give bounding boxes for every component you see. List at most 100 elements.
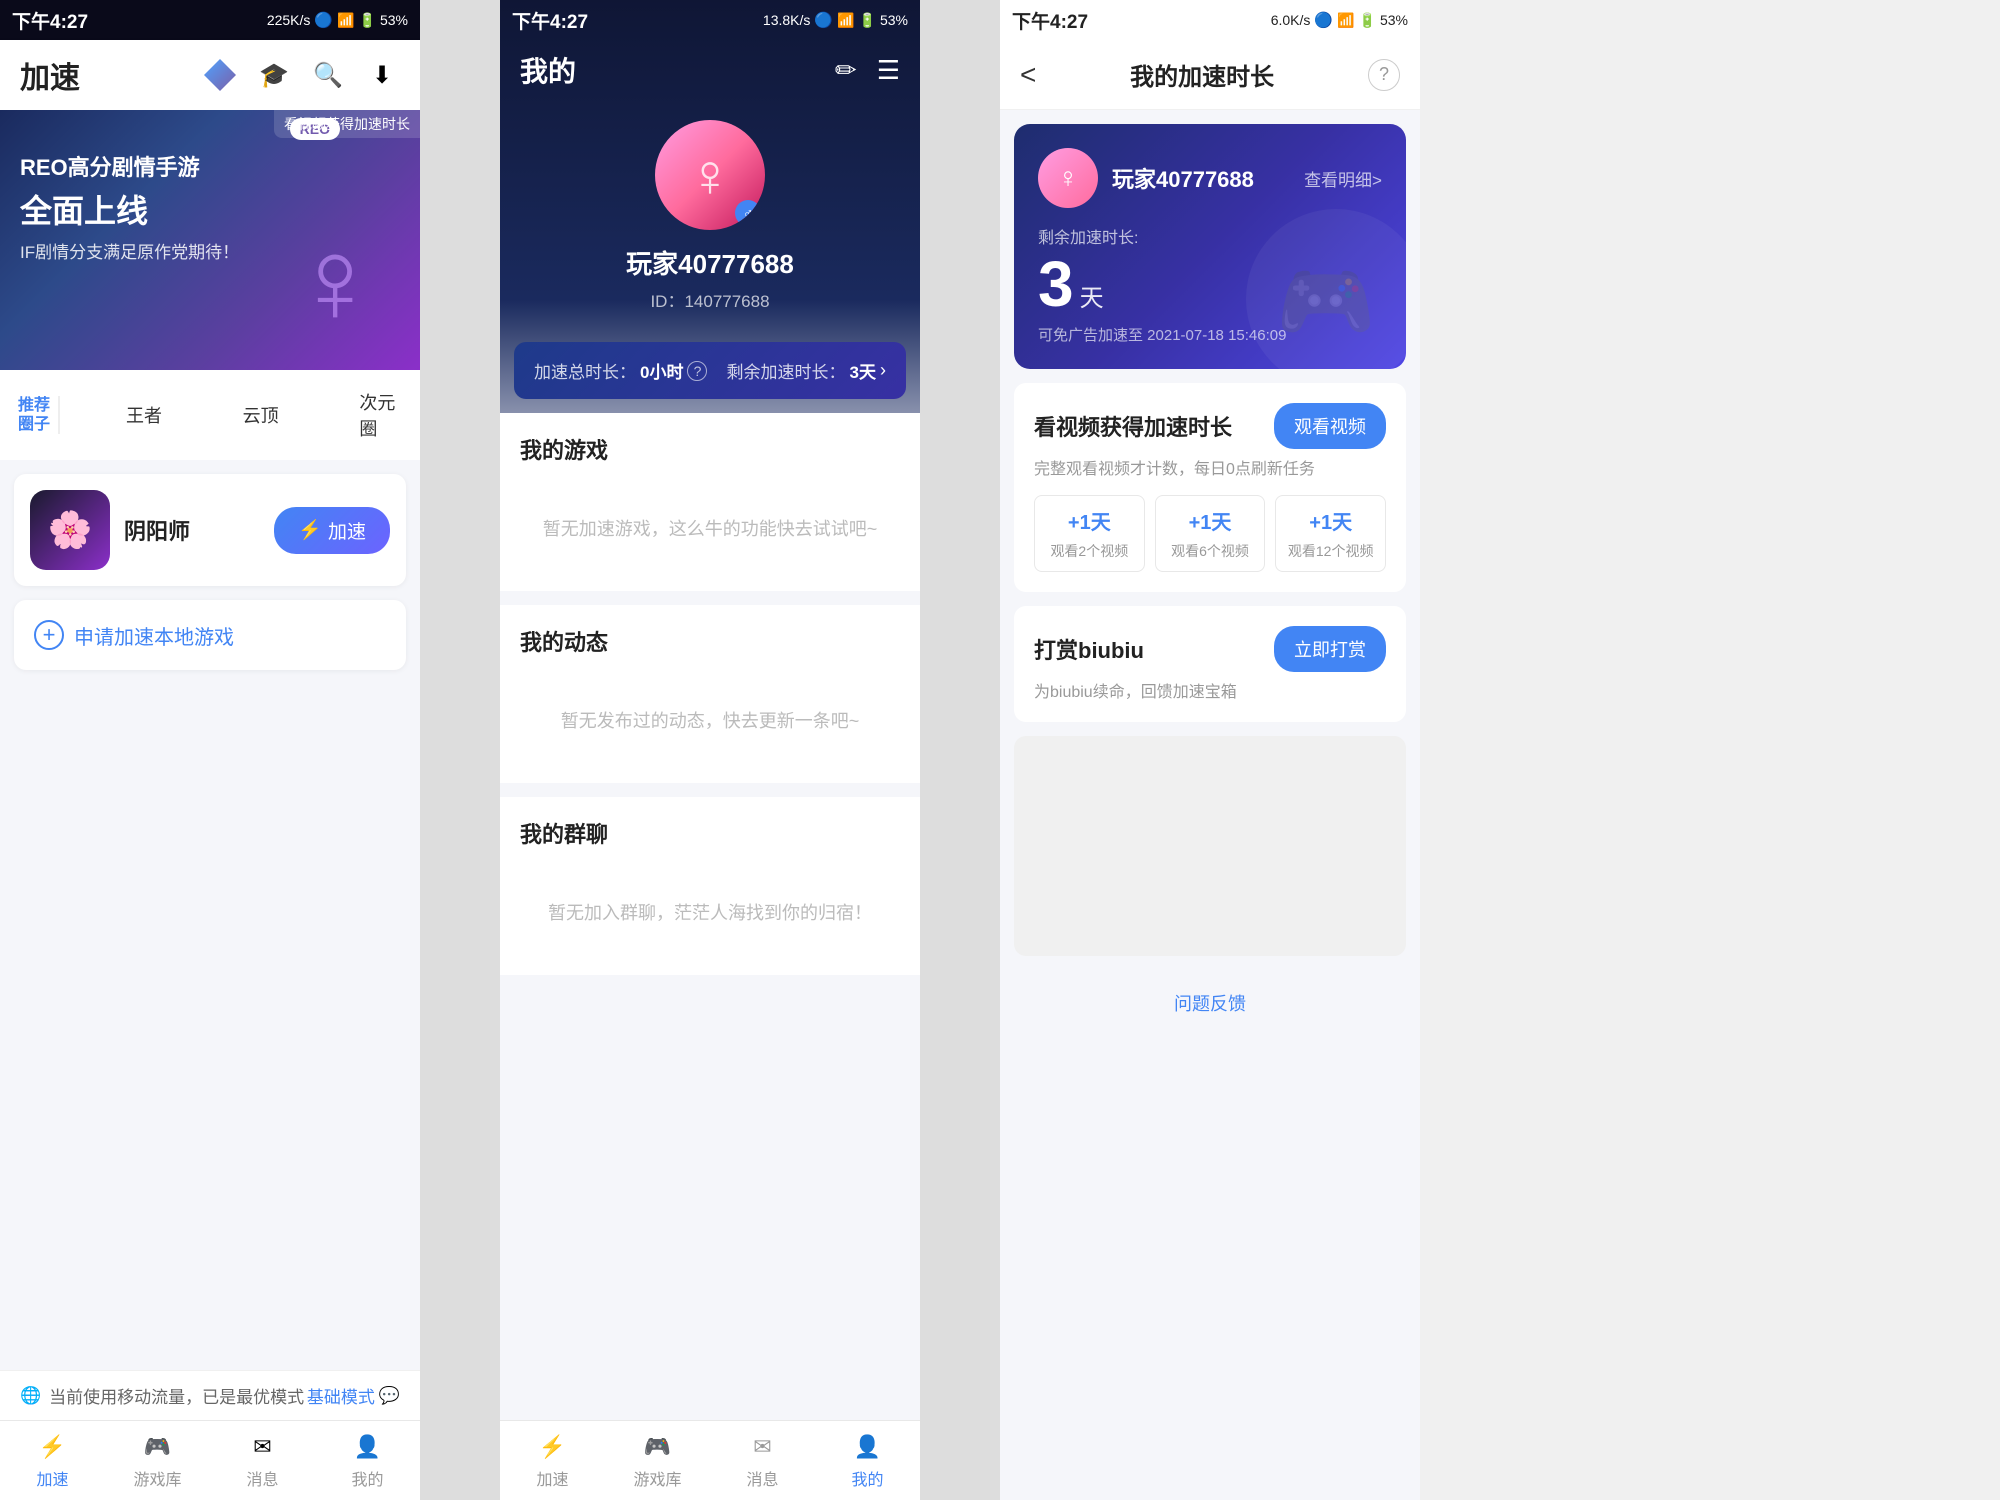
chat-icon: 💬 <box>379 1386 400 1406</box>
back-button[interactable]: < <box>1020 59 1036 91</box>
speed-total: 加速总时长： 0小时 ? <box>534 358 707 383</box>
apply-local-game[interactable]: + 申请加速本地游戏 <box>14 600 406 670</box>
battery-icon-2: 🔋 <box>859 12 876 29</box>
speed-indicator-3: 6.0K/s <box>1271 12 1311 28</box>
feedback-link[interactable]: 问题反馈 <box>1000 970 1420 1036</box>
reward-item-1: +1天 观看2个视频 <box>1034 495 1145 572</box>
mine-nav-icon-1: 👤 <box>353 1432 383 1462</box>
status-time-2: 下午4:27 <box>512 7 588 34</box>
help-circle-icon: ? <box>687 361 707 381</box>
gender-badge: ♂ <box>735 200 761 226</box>
remaining-label: 剩余加速时长: <box>1038 224 1382 248</box>
bottom-nav-1: ⚡ 加速 🎮 游戏库 ✉ 消息 👤 我的 <box>0 1420 420 1500</box>
download-icon: ⬇ <box>372 61 392 90</box>
nav-message-1[interactable]: ✉ 消息 <box>210 1424 315 1498</box>
profile-name: 玩家40777688 <box>626 244 794 281</box>
days-unit: 天 <box>1080 278 1104 313</box>
battery-pct-2: 53% <box>880 12 908 28</box>
bluetooth-icon-3: 🔵 <box>1314 11 1333 29</box>
panel-speed-duration: 下午4:27 6.0K/s 🔵 📶 🔋 53% < 我的加速时长 ? ♀ 玩家4… <box>1000 0 1420 1500</box>
rec-label: 推荐 <box>18 396 50 415</box>
p3-username: 玩家40777688 <box>1112 162 1254 194</box>
days-display: 3 天 <box>1038 252 1382 316</box>
hat-button[interactable]: 🎓 <box>256 57 292 93</box>
bluetooth-icon: 🔵 <box>314 11 333 29</box>
nav-gamelist-1[interactable]: 🎮 游戏库 <box>105 1424 210 1498</box>
reward-plus-2: +1天 <box>1166 506 1255 535</box>
video-desc: 完整观看视频才计数，每日0点刷新任务 <box>1034 455 1386 479</box>
status-icons-2: 13.8K/s 🔵 📶 🔋 53% <box>763 11 908 29</box>
status-bar-1: 下午4:27 225K/s 🔵 📶 🔋 53% <box>0 0 420 40</box>
category-ciyuan[interactable]: 次元圈 <box>293 389 410 441</box>
nav-jiasu-1[interactable]: ⚡ 加速 <box>0 1424 105 1498</box>
category-zhangzhe[interactable]: 王者 <box>60 390 177 440</box>
reward-plus-1: +1天 <box>1045 506 1134 535</box>
accelerate-button[interactable]: ⚡ 加速 <box>274 507 390 554</box>
notice-text: 当前使用移动流量，已是最优模式 <box>49 1383 304 1408</box>
speed-bar[interactable]: 加速总时长： 0小时 ? 剩余加速时长： 3天 › <box>514 342 906 399</box>
topbar-1: 加速 🎓 🔍 ⬇ <box>0 40 420 110</box>
nav-mine-1[interactable]: 👤 我的 <box>315 1424 420 1498</box>
jiasu-nav-icon-1: ⚡ <box>38 1432 68 1462</box>
download-button[interactable]: ⬇ <box>364 57 400 93</box>
category-icon-zhangzhe <box>68 390 118 440</box>
hat-icon: 🎓 <box>259 61 289 90</box>
detail-link-label: 查看明细> <box>1304 166 1382 191</box>
nav-message-2[interactable]: ✉ 消息 <box>710 1424 815 1498</box>
expire-text: 可免广告加速至 2021-07-18 15:46:09 <box>1038 324 1382 345</box>
category-yunding[interactable]: 云顶 <box>177 390 294 440</box>
my-feed-section: 我的动态 暂无发布过的动态，快去更新一条吧~ <box>500 605 920 783</box>
search-button[interactable]: 🔍 <box>310 57 346 93</box>
nav-jiasu-2[interactable]: ⚡ 加速 <box>500 1424 605 1498</box>
my-games-section: 我的游戏 暂无加速游戏，这么牛的功能快去试试吧~ <box>500 413 920 591</box>
edit-icon[interactable]: ✏ <box>835 55 857 86</box>
message-nav-icon-2: ✉ <box>748 1432 778 1462</box>
mode-link[interactable]: 基础模式 💬 <box>307 1383 400 1408</box>
screen-gap-1 <box>420 0 500 1500</box>
anime-figure <box>230 130 410 370</box>
tip-section: 打赏biubiu 立即打赏 为biubiu续命，回馈加速宝箱 <box>1014 606 1406 722</box>
user-left: ♀ 玩家40777688 <box>1038 148 1254 208</box>
my-games-empty: 暂无加速游戏，这么牛的功能快去试试吧~ <box>520 485 900 571</box>
topbar-icons: 🎓 🔍 ⬇ <box>202 57 400 93</box>
banner-line2: 全面上线 <box>20 186 239 232</box>
status-icons-1: 225K/s 🔵 📶 🔋 53% <box>267 11 408 29</box>
lightning-icon: ⚡ <box>298 518 322 542</box>
bluetooth-icon-2: 🔵 <box>814 11 833 29</box>
help-button[interactable]: ? <box>1368 59 1400 91</box>
my-groupchat-section: 我的群聊 暂无加入群聊，茫茫人海找到你的归宿！ <box>500 797 920 975</box>
watch-video-button[interactable]: 观看视频 <box>1274 403 1386 449</box>
category-icon-yunding <box>185 390 235 440</box>
reward-item-3: +1天 观看12个视频 <box>1275 495 1386 572</box>
battery-pct-1: 53% <box>380 12 408 28</box>
wifi-icon-2: 📶 <box>837 12 854 29</box>
status-time-1: 下午4:27 <box>12 7 88 34</box>
reward-item-2: +1天 观看6个视频 <box>1155 495 1266 572</box>
detail-link[interactable]: 查看明细> <box>1304 166 1382 191</box>
nav-label-message-1: 消息 <box>246 1466 278 1490</box>
p2-title: 我的 <box>520 50 576 90</box>
tip-button[interactable]: 立即打赏 <box>1274 626 1386 672</box>
rec-circle-tag: 推荐 圈子 <box>10 396 60 434</box>
profile-section: ♂ 玩家40777688 ID：140777688 <box>500 100 920 342</box>
nav-label-jiasu-2: 加速 <box>536 1466 568 1490</box>
nav-gamelist-2[interactable]: 🎮 游戏库 <box>605 1424 710 1498</box>
panel-mine: 下午4:27 13.8K/s 🔵 📶 🔋 53% 我的 ✏ ☰ ♂ 玩家4077… <box>500 0 920 1500</box>
p2-header: 我的 ✏ ☰ <box>500 40 920 100</box>
video-title: 看视频获得加速时长 <box>1034 410 1232 442</box>
menu-icon[interactable]: ☰ <box>877 55 900 86</box>
nav-mine-2[interactable]: 👤 我的 <box>815 1424 920 1498</box>
diamond-button[interactable] <box>202 57 238 93</box>
profile-id: ID：140777688 <box>650 287 769 312</box>
status-time-3: 下午4:27 <box>1012 7 1088 34</box>
p2-header-icons: ✏ ☰ <box>835 55 900 86</box>
my-feed-title: 我的动态 <box>520 625 900 657</box>
gamelist-nav-icon-2: 🎮 <box>643 1432 673 1462</box>
banner[interactable]: REO 看视频获得加速时长 REO高分剧情手游 全面上线 IF剧情分支满足原作党… <box>0 110 420 370</box>
accelerate-label: 加速 <box>328 517 366 544</box>
battery-pct-3: 53% <box>1380 12 1408 28</box>
gray-placeholder-area <box>1014 736 1406 956</box>
mode-label: 基础模式 <box>307 1383 375 1408</box>
nav-label-jiasu-1: 加速 <box>36 1466 68 1490</box>
game-card-yyy: 阴阳师 ⚡ 加速 <box>14 474 406 586</box>
